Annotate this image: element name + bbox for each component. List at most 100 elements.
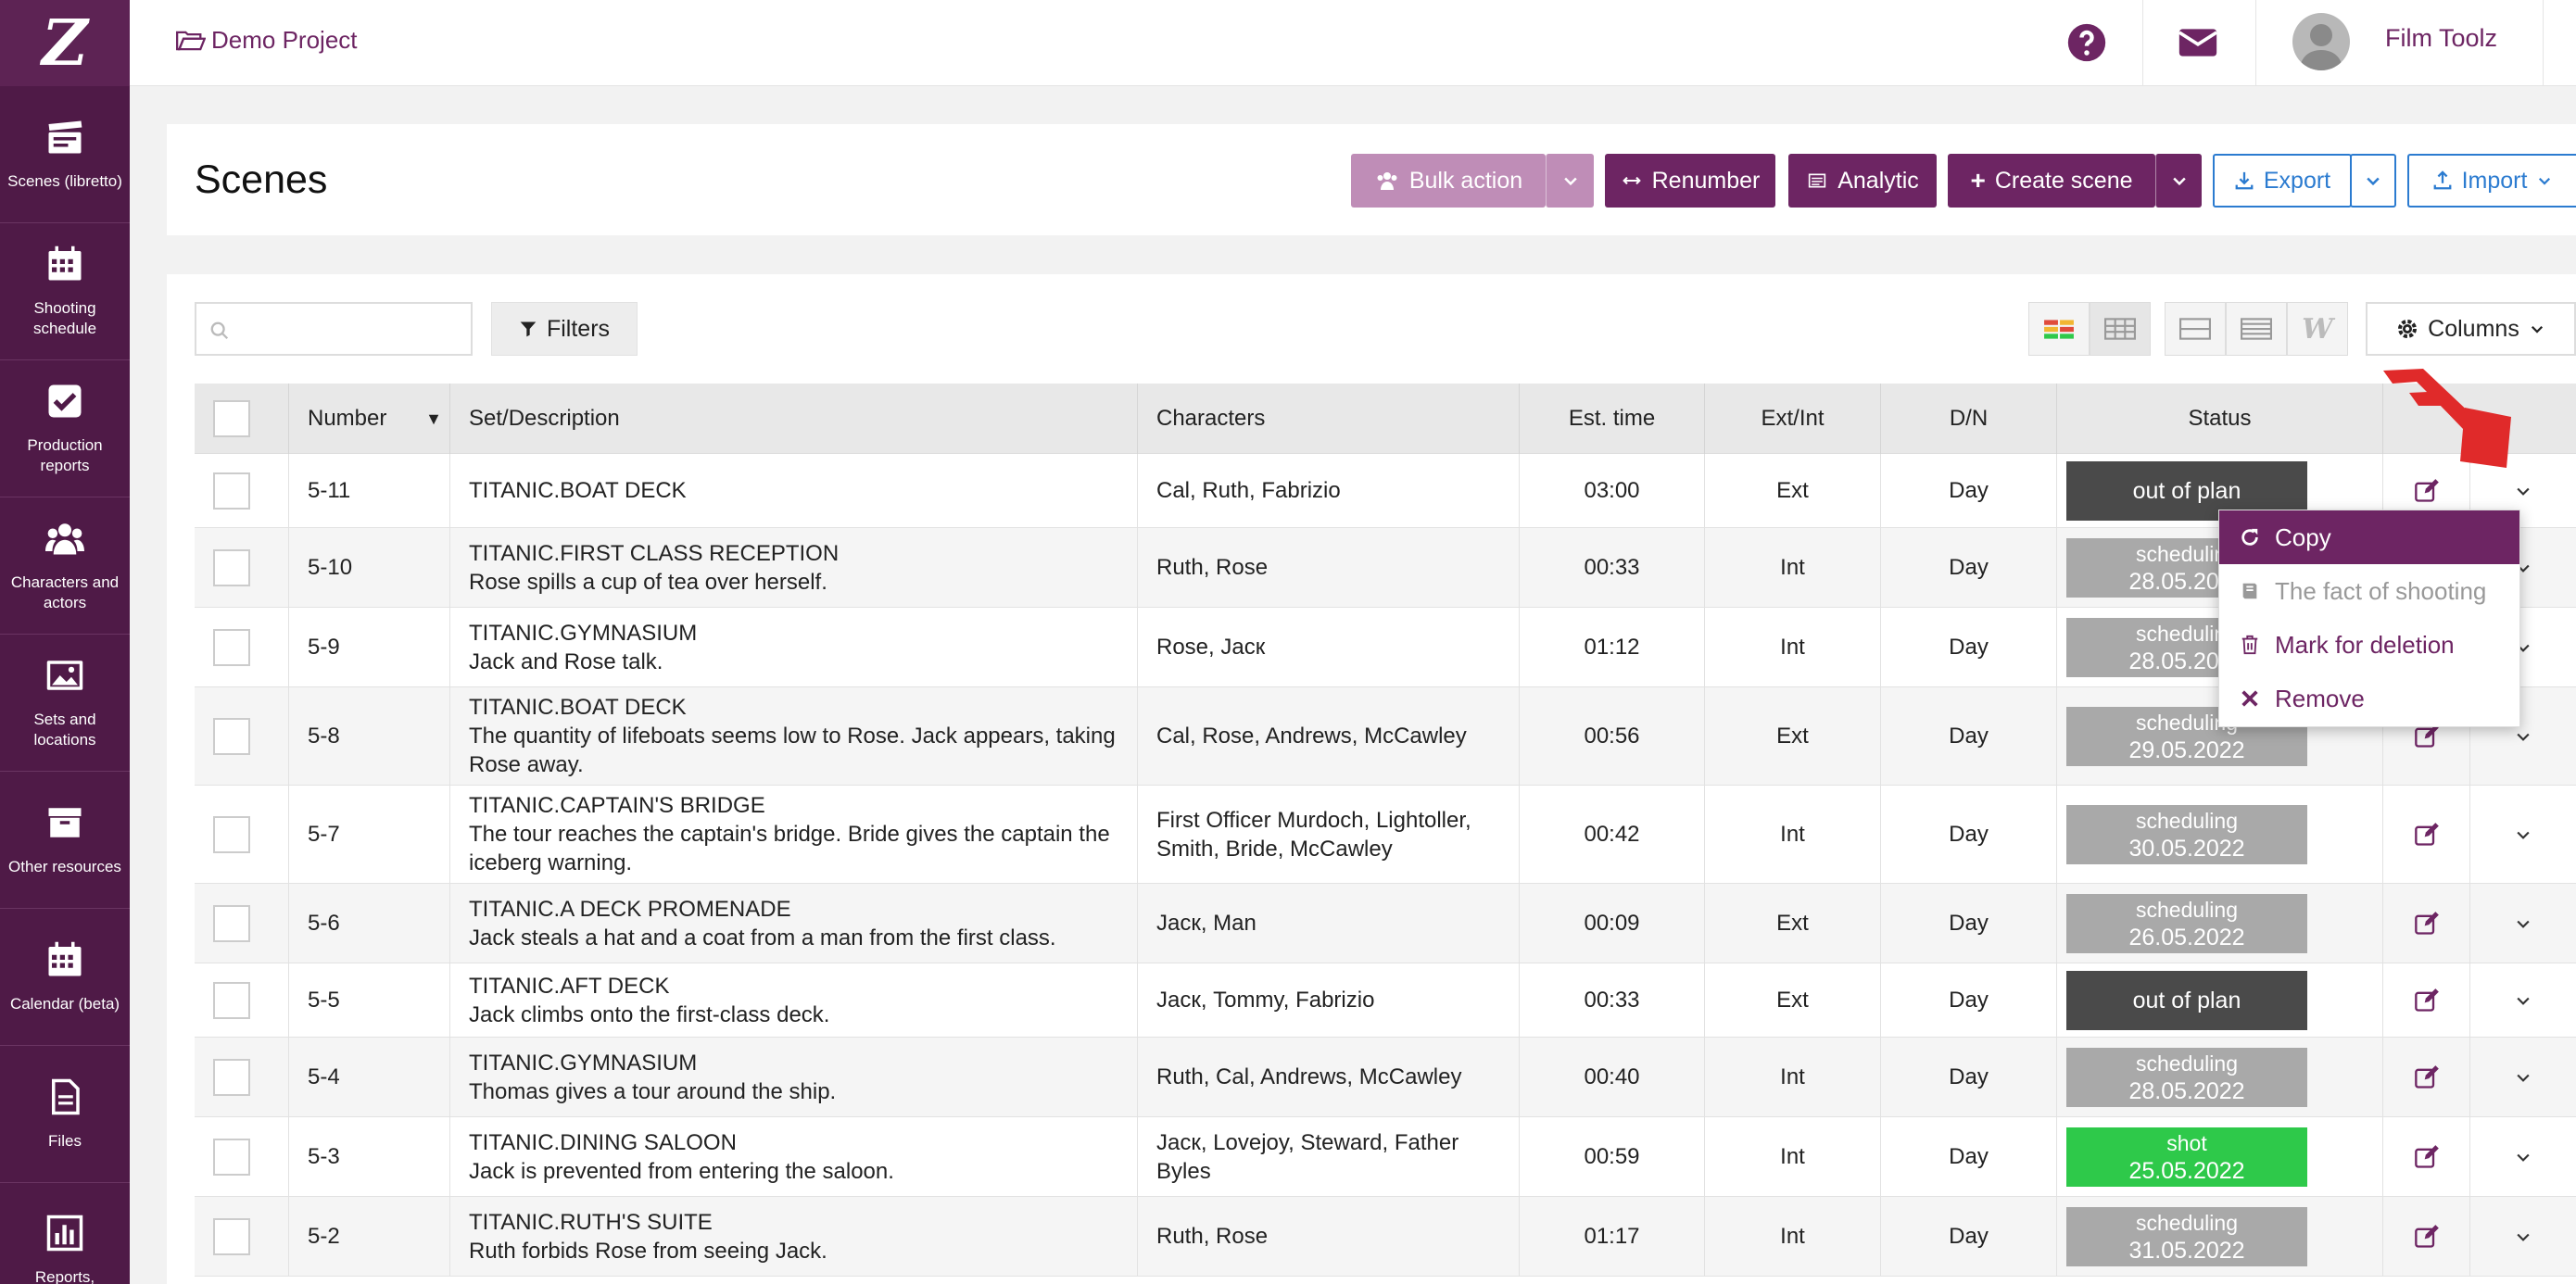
set-description-cell[interactable]: TITANIC.DINING SALOON Jack is prevented f… (450, 1117, 1138, 1196)
search-input[interactable] (239, 311, 461, 346)
app-logo[interactable]: Z (0, 0, 130, 86)
select-all-checkbox[interactable] (213, 400, 250, 437)
status-badge[interactable]: scheduling 26.05.2022 (2066, 893, 2307, 953)
sidebar-item-label: Calendar (beta) (9, 994, 120, 1013)
row-checkbox[interactable] (213, 1138, 250, 1176)
table-row[interactable]: 5-5 TITANIC.AFT DECK Jack climbs onto the … (195, 963, 2576, 1038)
set-description-cell[interactable]: TITANIC.CAPTAIN'S BRIDGE The tour reaches… (450, 786, 1138, 883)
analytic-button[interactable]: Analytic (1788, 154, 1937, 208)
edit-icon[interactable] (2414, 911, 2440, 937)
view-table-toggle[interactable] (2090, 302, 2151, 356)
renumber-button[interactable]: Renumber (1605, 154, 1775, 208)
columns-button[interactable]: Columns (2366, 302, 2576, 356)
row-checkbox[interactable] (213, 548, 250, 586)
col-status[interactable]: Status (2057, 384, 2383, 454)
col-dn[interactable]: D/N (1881, 384, 2057, 454)
table-row[interactable]: 5-3 TITANIC.DINING SALOON Jack is prevente… (195, 1117, 2576, 1197)
bulk-action-button[interactable]: Bulk action (1351, 154, 1546, 208)
row-checkbox[interactable] (213, 904, 250, 942)
menu-item-mark-for-deletion[interactable]: Mark for deletion (2219, 618, 2519, 672)
row-checkbox[interactable] (213, 1058, 250, 1096)
sidebar-item-other-resources[interactable]: Other resources (0, 772, 130, 909)
col-ext-int[interactable]: Ext/Int (1705, 384, 1881, 454)
edit-icon[interactable] (2414, 1144, 2440, 1170)
chevron-down-icon[interactable] (2514, 1148, 2532, 1166)
sidebar-item-label: Sets and locations (33, 710, 96, 749)
edit-icon[interactable] (2414, 1064, 2440, 1090)
chevron-down-icon[interactable] (2514, 482, 2532, 500)
characters-cell: Ruth, Cal, Andrews, McCawley (1138, 1038, 1520, 1116)
archive-icon (48, 807, 82, 837)
bulk-action-dropdown-toggle[interactable] (1546, 154, 1594, 208)
edit-cell (2383, 786, 2470, 883)
row-checkbox[interactable] (213, 628, 250, 666)
menu-item-copy[interactable]: Copy (2219, 510, 2519, 564)
search-box[interactable] (195, 302, 473, 356)
sidebar-item-calendar[interactable]: Calendar (beta) (0, 909, 130, 1046)
row-checkbox[interactable] (213, 815, 250, 853)
set-description-cell[interactable]: TITANIC.BOAT DECK The quantity of lifeboa… (450, 687, 1138, 785)
set-description-cell[interactable]: TITANIC.A DECK PROMENADE Jack steals a ha… (450, 884, 1138, 963)
row-checkbox[interactable] (213, 717, 250, 755)
edit-icon[interactable] (2414, 1224, 2440, 1250)
row-select-cell (195, 963, 289, 1037)
export-dropdown-toggle[interactable] (2350, 154, 2396, 208)
chevron-down-icon[interactable] (2514, 1227, 2532, 1246)
import-button[interactable]: Import (2407, 154, 2576, 208)
project-link[interactable]: Demo Project (176, 26, 358, 55)
create-scene-dropdown-toggle[interactable] (2155, 154, 2202, 208)
table-row[interactable]: 5-6 TITANIC.A DECK PROMENADE Jack steals a… (195, 884, 2576, 963)
view-wide-rows-toggle[interactable] (2165, 302, 2226, 356)
user-name[interactable]: Film Toolz (2385, 24, 2497, 53)
set-description-cell[interactable]: TITANIC.GYMNASIUM Jack and Rose talk. (450, 608, 1138, 686)
table-row[interactable]: 5-7 TITANIC.CAPTAIN'S BRIDGE The tour reac… (195, 786, 2576, 884)
row-checkbox[interactable] (213, 981, 250, 1019)
sidebar-item-characters[interactable]: Characters and actors (0, 497, 130, 635)
set-description-cell[interactable]: TITANIC.RUTH'S SUITE Ruth forbids Rose fr… (450, 1197, 1138, 1276)
status-badge[interactable]: shot 25.05.2022 (2066, 1127, 2307, 1187)
chevron-down-icon[interactable] (2514, 991, 2532, 1010)
view-color-toggle[interactable] (2028, 302, 2090, 356)
table-row[interactable]: 5-2 TITANIC.RUTH'S SUITE Ruth forbids Rose… (195, 1197, 2576, 1277)
calendar-icon (48, 245, 82, 280)
chevron-down-icon[interactable] (2514, 1068, 2532, 1087)
table-row[interactable]: 5-4 TITANIC.GYMNASIUM Thomas gives a tour … (195, 1038, 2576, 1117)
filters-button[interactable]: Filters (491, 302, 638, 356)
row-checkbox[interactable] (213, 472, 250, 510)
view-word-toggle[interactable]: W (2287, 302, 2348, 356)
col-characters[interactable]: Characters (1138, 384, 1520, 454)
set-description-cell[interactable]: TITANIC.FIRST CLASS RECEPTION Rose spills… (450, 528, 1138, 607)
sidebar-item-scenes[interactable]: Scenes (libretto) (0, 86, 130, 223)
chevron-down-icon[interactable] (2514, 914, 2532, 933)
set-description-cell[interactable]: TITANIC.AFT DECK Jack climbs onto the fir… (450, 963, 1138, 1037)
ext-int-cell: Int (1705, 1038, 1881, 1116)
sidebar-item-production-reports[interactable]: Production reports (0, 360, 130, 497)
col-set-description[interactable]: Set/Description (450, 384, 1138, 454)
status-badge[interactable]: scheduling 31.05.2022 (2066, 1206, 2307, 1266)
mail-icon[interactable] (2178, 22, 2218, 63)
menu-item-fact-of-shooting[interactable]: The fact of shooting (2219, 564, 2519, 618)
avatar[interactable] (2292, 13, 2350, 70)
status-badge[interactable]: scheduling 30.05.2022 (2066, 804, 2307, 864)
export-button[interactable]: Export (2213, 154, 2352, 208)
status-badge[interactable]: out of plan (2066, 970, 2307, 1030)
edit-icon[interactable] (2414, 822, 2440, 848)
col-est-time[interactable]: Est. time (1520, 384, 1705, 454)
sidebar-item-files[interactable]: Files (0, 1046, 130, 1183)
sidebar-item-shooting-schedule[interactable]: Shooting schedule (0, 223, 130, 360)
characters-cell: Ruth, Rose (1138, 1197, 1520, 1276)
sidebar-item-sets[interactable]: Sets and locations (0, 635, 130, 772)
chevron-down-icon[interactable] (2514, 825, 2532, 844)
create-scene-button[interactable]: + Create scene (1948, 154, 2155, 208)
status-badge[interactable]: scheduling 28.05.2022 (2066, 1047, 2307, 1107)
menu-item-remove[interactable]: Remove (2219, 672, 2519, 725)
edit-icon[interactable] (2414, 988, 2440, 1013)
set-description-cell[interactable]: TITANIC.GYMNASIUM Thomas gives a tour aro… (450, 1038, 1138, 1116)
chevron-down-icon[interactable] (2514, 727, 2532, 746)
sidebar-item-reports[interactable]: Reports, (0, 1183, 130, 1284)
view-compact-rows-toggle[interactable] (2226, 302, 2287, 356)
set-description-cell[interactable]: TITANIC.BOAT DECK (450, 454, 1138, 527)
help-icon[interactable] (2066, 22, 2107, 63)
row-checkbox[interactable] (213, 1217, 250, 1255)
col-number[interactable]: Number ▼ (289, 384, 450, 454)
